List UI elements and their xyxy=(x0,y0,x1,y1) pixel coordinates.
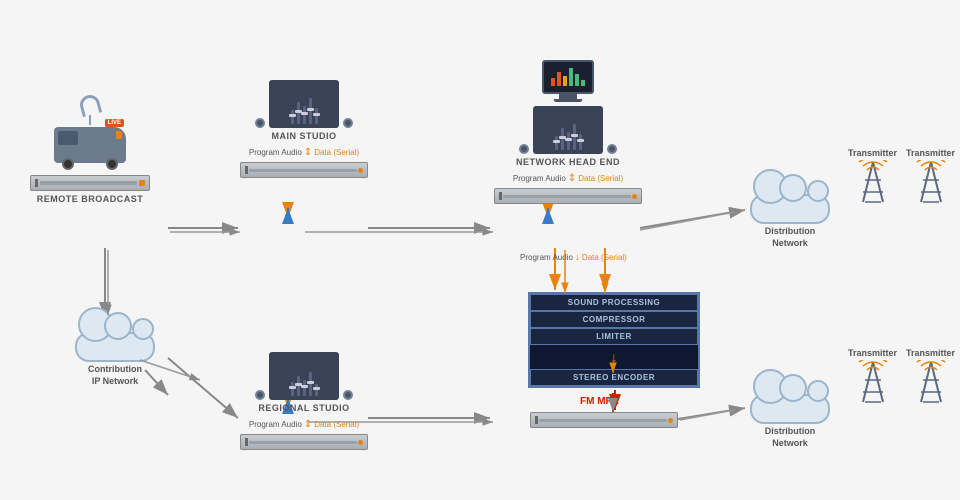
compressor-label: COMPRESSOR xyxy=(530,311,698,328)
network-head-end-node: NETWORK HEAD END Program Audio ⇕ Data (S… xyxy=(494,60,642,204)
live-badge: LIVE xyxy=(105,119,124,127)
transmitter2-bottom: Transmitter xyxy=(906,348,955,406)
distribution-network-top: Distribution Network xyxy=(745,172,835,249)
head-program-audio-label: Program Audio xyxy=(513,174,566,183)
head-end-down-labels: Program Audio ↓ Data (Serial) xyxy=(520,252,627,263)
head-data-serial-label: Data (Serial) xyxy=(578,174,623,183)
contribution-ip-node: Contribution IP Network xyxy=(70,310,160,387)
main-studio-node: MAIN STUDIO Program Audio ⇕ Data (Serial… xyxy=(240,80,368,178)
bottom-rack-unit xyxy=(530,412,678,428)
regional-studio-label: REGIONAL STUDIO xyxy=(258,403,349,413)
processing-box: SOUND PROCESSING COMPRESSOR LIMITER ↓ ST… xyxy=(528,292,700,388)
main-data-serial-label: Data (Serial) xyxy=(314,148,359,157)
network-head-end-label: NETWORK HEAD END xyxy=(516,157,620,167)
transmitter1-top: Transmitter xyxy=(848,148,897,206)
transmitter1-bottom: Transmitter xyxy=(848,348,897,406)
stereo-encoder-label: STEREO ENCODER xyxy=(530,369,698,386)
remote-broadcast-label: REMOTE BROADCAST xyxy=(37,194,144,204)
transmitter2-top: Transmitter xyxy=(906,148,955,206)
remote-broadcast-node: LIVE REMOTE BROADCAST xyxy=(30,95,150,204)
distribution-bottom-line2: Network xyxy=(745,438,835,450)
regional-studio-node: REGIONAL STUDIO Program Audio ⇕ Data (Se… xyxy=(240,352,368,450)
regional-program-audio-label: Program Audio xyxy=(249,420,302,429)
distribution-network-bottom: Distribution Network xyxy=(745,372,835,449)
contribution-ip-line1: Contribution xyxy=(70,364,160,376)
fm-mpx-label: FM MPX xyxy=(580,396,619,407)
distribution-top-line1: Distribution xyxy=(745,226,835,238)
distribution-top-line2: Network xyxy=(745,238,835,250)
sound-processing-label: SOUND PROCESSING xyxy=(530,294,698,311)
contribution-ip-line2: IP Network xyxy=(70,376,160,388)
main-program-audio-label: Program Audio xyxy=(249,148,302,157)
diagram: LIVE REMOTE BROADCAST xyxy=(0,0,960,500)
limiter-label: LIMITER xyxy=(530,328,698,345)
distribution-bottom-line1: Distribution xyxy=(745,426,835,438)
regional-data-serial-label: Data (Serial) xyxy=(314,420,359,429)
main-studio-label: MAIN STUDIO xyxy=(272,131,337,141)
